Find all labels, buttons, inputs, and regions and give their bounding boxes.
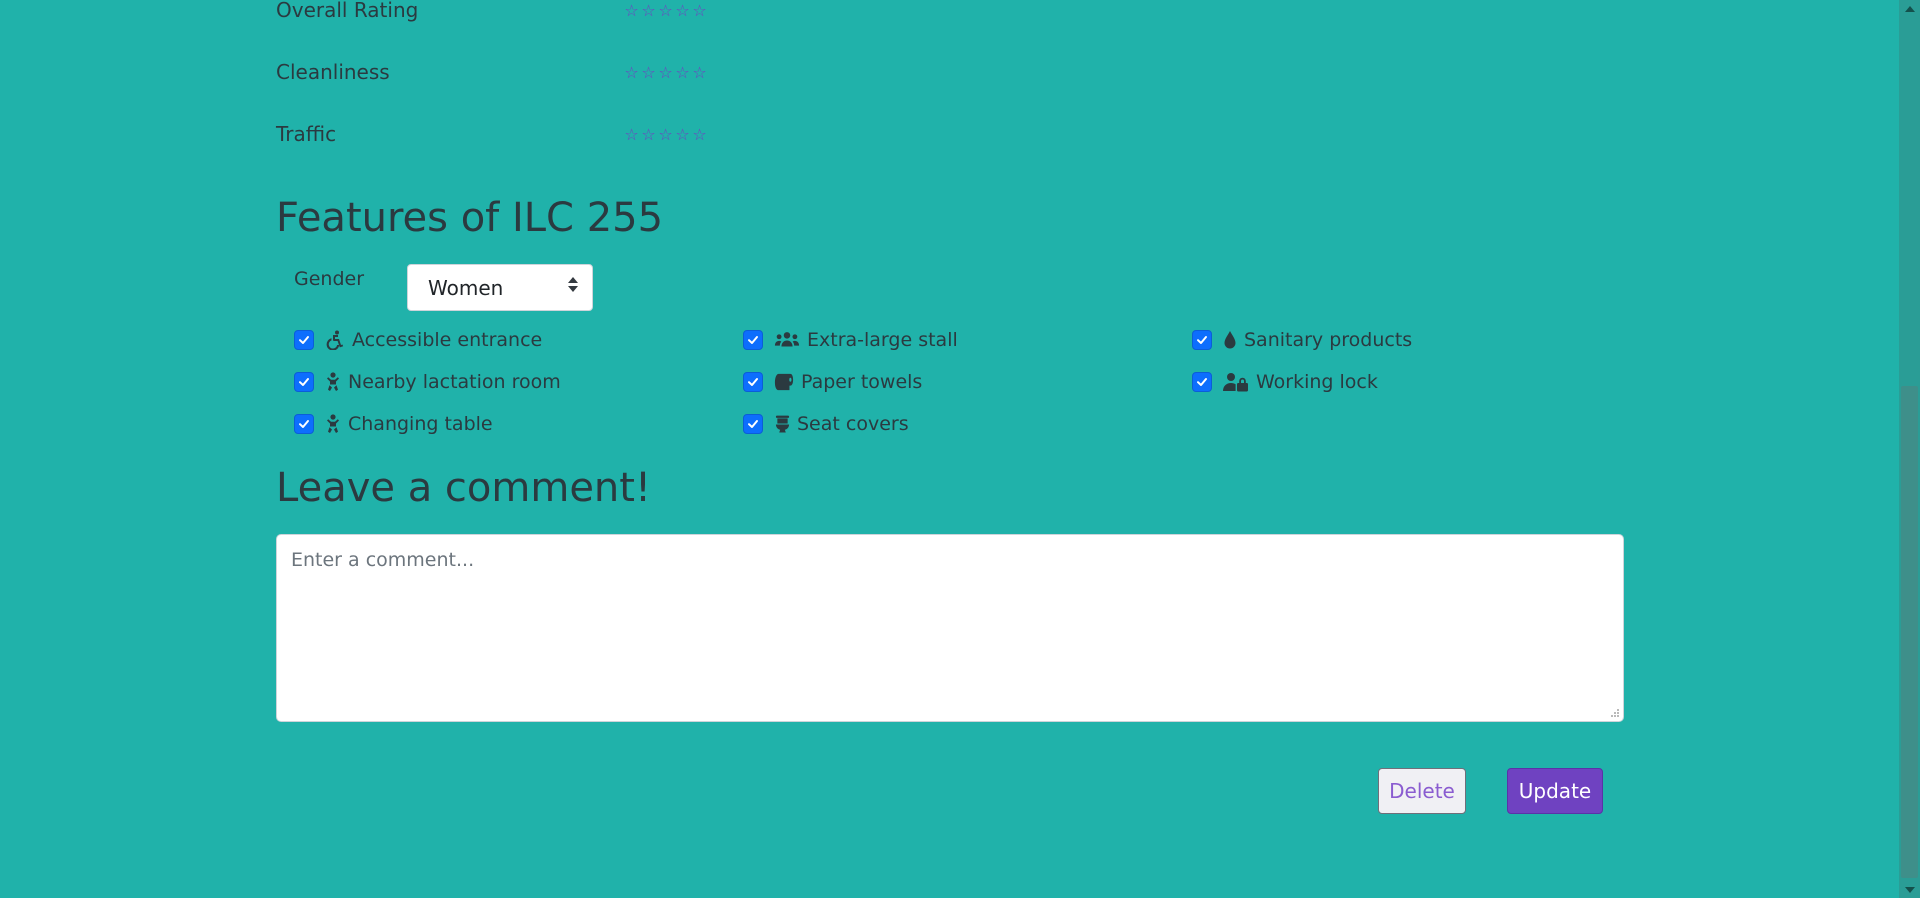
star-icon[interactable]: ☆ xyxy=(675,125,690,144)
star-icon[interactable]: ☆ xyxy=(658,125,673,144)
scroll-up-icon[interactable] xyxy=(1899,0,1920,17)
people-group-icon xyxy=(773,329,801,351)
toilet-paper-icon xyxy=(773,371,795,393)
feature-label: Nearby lactation room xyxy=(348,371,561,393)
rating-row-overall: Overall Rating ☆ ☆ ☆ ☆ ☆ xyxy=(276,0,707,24)
star-icon[interactable]: ☆ xyxy=(658,63,673,82)
delete-button[interactable]: Delete xyxy=(1378,768,1466,814)
baby-icon xyxy=(324,371,342,393)
feature-seat-covers[interactable]: Seat covers xyxy=(725,411,909,437)
star-icon[interactable]: ☆ xyxy=(641,63,656,82)
comment-placeholder: Enter a comment... xyxy=(291,549,475,571)
feature-paper-towels[interactable]: Paper towels xyxy=(725,369,922,395)
feature-working-lock[interactable]: Working lock xyxy=(1174,369,1378,395)
star-rating-traffic[interactable]: ☆ ☆ ☆ ☆ ☆ xyxy=(624,125,707,144)
main-content: Overall Rating ☆ ☆ ☆ ☆ ☆ Cleanliness ☆ ☆… xyxy=(276,0,1624,898)
comment-heading: Leave a comment! xyxy=(276,465,651,511)
feature-accessible-entrance[interactable]: Accessible entrance xyxy=(276,327,542,353)
star-icon[interactable]: ☆ xyxy=(624,125,639,144)
rating-row-traffic: Traffic ☆ ☆ ☆ ☆ ☆ xyxy=(276,120,707,148)
gender-select[interactable]: Women xyxy=(407,264,593,311)
gender-label: Gender xyxy=(294,268,365,290)
rating-label: Traffic xyxy=(276,122,337,146)
checkbox[interactable] xyxy=(743,330,763,350)
star-icon[interactable]: ☆ xyxy=(641,1,656,20)
gender-select-value: Women xyxy=(428,275,504,300)
toilet-icon xyxy=(773,413,791,435)
feature-label: Seat covers xyxy=(797,413,909,435)
scroll-thumb[interactable] xyxy=(1901,386,1918,878)
scroll-down-icon[interactable] xyxy=(1899,881,1920,898)
comment-textarea[interactable]: Enter a comment... xyxy=(276,534,1624,722)
feature-label: Sanitary products xyxy=(1244,329,1413,351)
wheelchair-icon xyxy=(324,329,346,351)
update-button[interactable]: Update xyxy=(1507,768,1603,814)
star-rating-overall[interactable]: ☆ ☆ ☆ ☆ ☆ xyxy=(624,1,707,20)
feature-changing-table[interactable]: Changing table xyxy=(276,411,493,437)
rating-row-cleanliness: Cleanliness ☆ ☆ ☆ ☆ ☆ xyxy=(276,58,707,86)
star-icon[interactable]: ☆ xyxy=(624,1,639,20)
rating-label: Overall Rating xyxy=(276,0,419,22)
star-icon[interactable]: ☆ xyxy=(692,1,707,20)
rating-label: Cleanliness xyxy=(276,60,390,84)
checkbox[interactable] xyxy=(1192,330,1212,350)
feature-extra-large-stall[interactable]: Extra-large stall xyxy=(725,327,958,353)
vertical-scrollbar[interactable] xyxy=(1899,0,1920,898)
checkbox[interactable] xyxy=(294,414,314,434)
feature-sanitary-products[interactable]: Sanitary products xyxy=(1174,327,1412,353)
feature-label: Accessible entrance xyxy=(352,329,543,351)
star-icon[interactable]: ☆ xyxy=(624,63,639,82)
star-icon[interactable]: ☆ xyxy=(692,63,707,82)
user-lock-icon xyxy=(1222,371,1250,393)
checkbox[interactable] xyxy=(1192,372,1212,392)
checkbox[interactable] xyxy=(743,372,763,392)
feature-label: Changing table xyxy=(348,413,493,435)
select-caret-icon xyxy=(568,277,578,292)
checkbox[interactable] xyxy=(294,330,314,350)
resize-handle-icon[interactable] xyxy=(1610,708,1620,718)
checkbox[interactable] xyxy=(294,372,314,392)
features-heading: Features of ILC 255 xyxy=(276,195,664,241)
feature-label: Paper towels xyxy=(801,371,923,393)
droplet-icon xyxy=(1222,329,1238,351)
checkbox[interactable] xyxy=(743,414,763,434)
star-icon[interactable]: ☆ xyxy=(641,125,656,144)
star-icon[interactable]: ☆ xyxy=(675,63,690,82)
feature-nearby-lactation-room[interactable]: Nearby lactation room xyxy=(276,369,561,395)
star-icon[interactable]: ☆ xyxy=(692,125,707,144)
star-rating-cleanliness[interactable]: ☆ ☆ ☆ ☆ ☆ xyxy=(624,63,707,82)
baby-icon xyxy=(324,413,342,435)
feature-label: Working lock xyxy=(1256,371,1378,393)
feature-label: Extra-large stall xyxy=(807,329,958,351)
star-icon[interactable]: ☆ xyxy=(658,1,673,20)
star-icon[interactable]: ☆ xyxy=(675,1,690,20)
